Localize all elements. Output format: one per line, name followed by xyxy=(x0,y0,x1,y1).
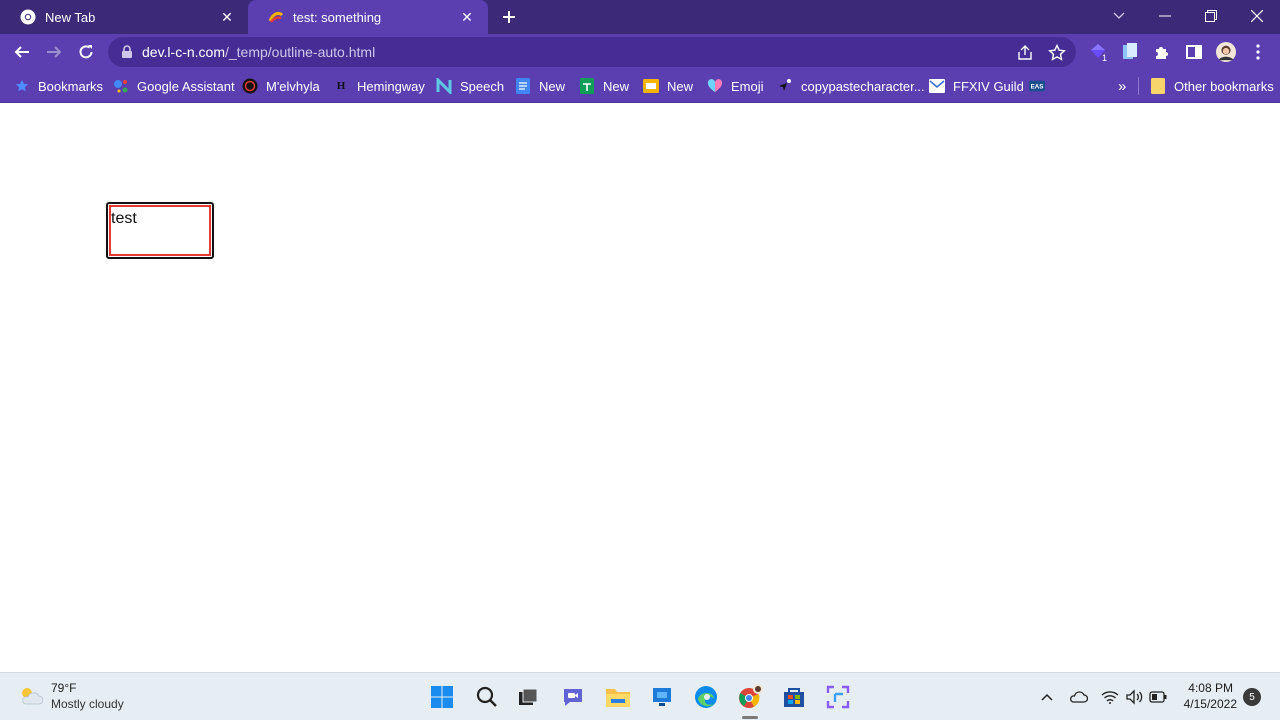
other-bookmarks[interactable]: Other bookmarks xyxy=(1150,75,1274,97)
bookmarks-divider xyxy=(1138,77,1139,95)
docs-icon xyxy=(515,78,531,94)
battery-icon[interactable] xyxy=(1148,687,1168,707)
tab-search-icon[interactable] xyxy=(1096,0,1142,32)
bookmark-item[interactable]: Google Assistant xyxy=(113,75,235,97)
address-bar[interactable]: dev.l-c-n.com/_temp/outline-auto.html xyxy=(108,37,1076,67)
bookmark-item[interactable]: FFXIV Guild xyxy=(929,75,1024,97)
bookmark-item[interactable]: M'elvhyla xyxy=(242,75,320,97)
lock-icon xyxy=(122,45,132,58)
close-tab-icon[interactable]: ✕ xyxy=(458,8,476,26)
circle-logo-icon xyxy=(242,78,258,94)
bookmark-label: New xyxy=(539,78,566,94)
store-app-icon[interactable] xyxy=(648,683,676,711)
cursor-icon xyxy=(777,78,793,94)
file-explorer-icon[interactable] xyxy=(604,683,632,711)
bookmark-item[interactable]: EAS xyxy=(1029,75,1053,97)
profile-avatar[interactable] xyxy=(1216,42,1236,62)
clock-date[interactable]: 4/15/2022 xyxy=(1184,697,1237,711)
tab-title: test: something xyxy=(293,9,382,25)
volume-icon[interactable] xyxy=(1124,687,1144,707)
slides-icon xyxy=(643,78,659,94)
bookmark-label: Speech xyxy=(460,78,505,94)
weather-description[interactable]: Mostly cloudy xyxy=(51,697,124,711)
teams-chat-icon[interactable] xyxy=(559,683,587,711)
bookmark-item[interactable]: New xyxy=(515,75,565,97)
outlined-test-box[interactable]: test xyxy=(106,202,214,259)
active-app-indicator xyxy=(742,716,758,719)
page-favicon xyxy=(268,9,284,25)
mail-icon xyxy=(929,78,945,94)
bookmark-item[interactable]: Speech xyxy=(436,75,504,97)
folder-icon xyxy=(1150,78,1166,94)
bookmark-label: New xyxy=(667,78,694,94)
bookmark-item[interactable]: New xyxy=(579,75,629,97)
weather-temperature[interactable]: 79°F xyxy=(51,681,76,695)
start-button[interactable] xyxy=(428,683,456,711)
wifi-icon[interactable] xyxy=(1100,687,1120,707)
extension-badge: 1 xyxy=(1102,53,1108,63)
bookmark-label: Hemingway xyxy=(357,78,425,94)
edge-icon[interactable] xyxy=(692,683,720,711)
bookmark-label: Google Assistant xyxy=(137,78,235,94)
hemingway-icon: H xyxy=(336,80,346,92)
svg-text:EAS: EAS xyxy=(1031,84,1044,91)
test-box-text: test xyxy=(111,210,137,227)
bookmarks-bar: Bookmarks Google Assistant M'elvhyla H H… xyxy=(0,70,1280,103)
tab-strip: New Tab ✕ test: something ✕ xyxy=(0,0,1280,34)
minimize-button[interactable] xyxy=(1142,0,1188,32)
other-bookmarks-label: Other bookmarks xyxy=(1174,78,1274,94)
tab-test-something[interactable]: test: something ✕ xyxy=(248,0,488,34)
back-button[interactable] xyxy=(8,38,36,66)
star-icon xyxy=(14,78,30,94)
side-panel-icon[interactable] xyxy=(1184,42,1204,62)
search-icon[interactable] xyxy=(473,683,501,711)
bookmark-item[interactable]: Bookmarks xyxy=(14,75,103,97)
forward-button[interactable] xyxy=(40,38,68,66)
bookmark-label: M'elvhyla xyxy=(266,78,320,94)
speech-icon xyxy=(436,78,452,94)
cloudy-weather-icon[interactable] xyxy=(18,685,44,707)
page-content: test xyxy=(0,103,1280,672)
microsoft-store-icon[interactable] xyxy=(780,683,808,711)
reload-button[interactable] xyxy=(72,38,100,66)
bookmark-item[interactable]: H Hemingway xyxy=(333,75,425,97)
extension-gem-icon[interactable]: 1 xyxy=(1088,42,1108,63)
bookmarks-overflow-button[interactable]: » xyxy=(1118,75,1126,97)
snipping-tool-icon[interactable] xyxy=(824,683,852,711)
task-view-icon[interactable] xyxy=(514,683,542,711)
bookmark-label: Bookmarks xyxy=(38,78,104,94)
chrome-taskbar-icon[interactable] xyxy=(736,683,764,711)
eas-icon: EAS xyxy=(1029,78,1045,94)
new-tab-button[interactable] xyxy=(498,6,520,28)
url-host: dev.l-c-n.com xyxy=(142,44,225,60)
tab-title: New Tab xyxy=(45,9,96,25)
google-assistant-icon xyxy=(113,78,129,94)
url-path: /_temp/outline-auto.html xyxy=(224,44,376,60)
chrome-icon xyxy=(20,9,36,25)
menu-kebab-icon[interactable] xyxy=(1248,42,1268,62)
bookmark-label: FFXIV Guild xyxy=(953,78,1024,94)
bookmark-item[interactable]: Emoji xyxy=(707,75,764,97)
extension-doc-icon[interactable] xyxy=(1120,42,1140,62)
close-window-button[interactable] xyxy=(1234,0,1280,32)
sheets-icon xyxy=(579,78,595,94)
bookmark-label: New xyxy=(603,78,630,94)
bookmark-item[interactable]: New xyxy=(643,75,693,97)
clock-time[interactable]: 4:08 PM xyxy=(1188,681,1233,695)
browser-toolbar: dev.l-c-n.com/_temp/outline-auto.html 1 xyxy=(0,34,1280,70)
share-icon[interactable] xyxy=(1016,44,1034,62)
show-hidden-icons-chevron[interactable] xyxy=(1037,687,1057,707)
restore-button[interactable] xyxy=(1188,0,1234,32)
extensions-puzzle-icon[interactable] xyxy=(1152,42,1172,62)
heart-icon xyxy=(707,78,723,94)
onedrive-cloud-icon[interactable] xyxy=(1068,687,1088,707)
bookmark-star-icon[interactable] xyxy=(1048,44,1066,62)
close-tab-icon[interactable]: ✕ xyxy=(218,8,236,26)
tab-new-tab[interactable]: New Tab ✕ xyxy=(0,0,248,34)
notification-badge[interactable]: 5 xyxy=(1243,688,1261,706)
bookmark-item[interactable]: copypastecharacter... xyxy=(777,75,925,97)
bookmark-label: copypastecharacter... xyxy=(801,78,925,94)
taskbar: 79°F Mostly cloudy 4:08 PM 4/15/2022 5 xyxy=(0,672,1280,720)
bookmark-label: Emoji xyxy=(731,78,764,94)
